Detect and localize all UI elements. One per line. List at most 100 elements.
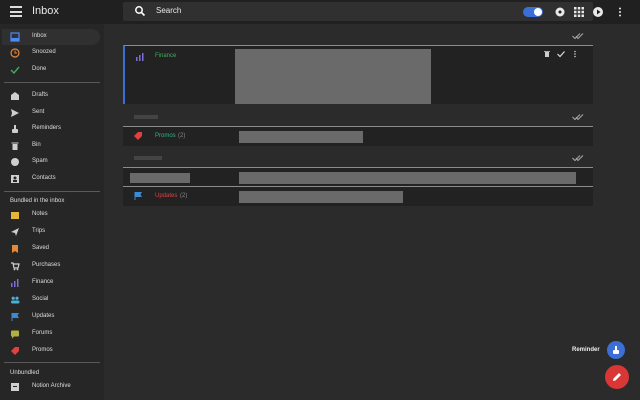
- reminder-hand-icon: [12, 125, 18, 133]
- trash-icon[interactable]: [543, 50, 551, 58]
- search-icon: [135, 6, 146, 17]
- sidebar-item-bin[interactable]: Bin: [2, 138, 100, 154]
- sidebar-divider: [4, 191, 100, 192]
- bundle-header: [124, 32, 594, 44]
- search-label: Search: [156, 6, 182, 15]
- sidebar-item-label: Inbox: [32, 33, 47, 39]
- check-icon: [10, 66, 20, 75]
- more-vert-icon[interactable]: [614, 6, 626, 18]
- bundle-label: Finance: [155, 53, 177, 59]
- clock-icon: [10, 48, 20, 58]
- sidebar-item-label: Purchases: [32, 262, 61, 268]
- compose-fab[interactable]: [605, 365, 629, 389]
- sidebar-item-updates[interactable]: Updates: [2, 309, 100, 325]
- sidebar-item-saved[interactable]: Saved: [2, 241, 100, 257]
- sidebar-item-spam[interactable]: Spam: [2, 154, 100, 170]
- forum-icon: [11, 330, 19, 339]
- email-preview-placeholder: [235, 49, 431, 104]
- sidebar-item-label: Saved: [32, 245, 50, 251]
- sidebar-item-label: Snoozed: [32, 49, 56, 55]
- archive-icon: [11, 383, 19, 391]
- spam-icon: [11, 158, 19, 166]
- finance-bundle-card[interactable]: Finance: [123, 45, 593, 104]
- email-snippet-placeholder: [239, 172, 576, 184]
- mark-all-done-icon[interactable]: [572, 32, 584, 40]
- bundle-count: (2): [180, 193, 188, 199]
- section-title-placeholder: [134, 115, 158, 119]
- flag-icon: [11, 313, 19, 321]
- updates-bundle-row[interactable]: Updates (2): [123, 186, 593, 206]
- mark-all-done-icon[interactable]: [572, 154, 584, 162]
- cart-icon: [11, 262, 20, 271]
- unbundled-section-label: Unbundled: [10, 370, 40, 376]
- notes-icon: [11, 212, 19, 219]
- bundle-header: [124, 154, 594, 166]
- sidebar-item-contacts[interactable]: Contacts: [2, 171, 100, 187]
- apps-grid-icon[interactable]: [573, 6, 585, 18]
- menu-icon[interactable]: [10, 6, 22, 17]
- sidebar-item-notion-archive[interactable]: Notion Archive: [2, 379, 100, 395]
- social-people-icon: [11, 296, 20, 304]
- reminder-label: Reminder: [572, 347, 600, 353]
- reminder-fab[interactable]: [607, 341, 625, 359]
- pin-toggle[interactable]: [523, 7, 543, 17]
- tag-icon: [11, 347, 19, 355]
- sidebar-item-done[interactable]: Done: [2, 62, 100, 78]
- sidebar-item-label: Done: [32, 66, 47, 72]
- sidebar-item-snoozed[interactable]: Snoozed: [2, 45, 100, 61]
- finance-chart-icon: [11, 279, 19, 287]
- bundle-count: (2): [178, 133, 186, 139]
- sidebar-divider: [4, 362, 100, 363]
- drafts-icon: [11, 92, 19, 100]
- sidebar-item-social[interactable]: Social: [2, 292, 100, 308]
- more-vert-icon[interactable]: [571, 50, 579, 58]
- sidebar-item-label: Finance: [32, 279, 54, 285]
- top-bar: Inbox Search: [0, 0, 640, 24]
- bundle-label: Updates: [155, 193, 178, 199]
- bookmark-icon: [12, 245, 18, 253]
- sidebar-item-label: Notes: [32, 211, 48, 217]
- sender-placeholder: [130, 173, 190, 183]
- sidebar-item-label: Reminders: [32, 125, 62, 131]
- sidebar-item-forums[interactable]: Forums: [2, 326, 100, 342]
- bundle-label: Promos: [155, 133, 176, 139]
- reminder-hand-icon: [613, 346, 619, 354]
- sidebar-item-label: Sent: [32, 109, 45, 115]
- section-title-placeholder: [134, 156, 162, 160]
- sidebar: Inbox Snoozed Done Drafts Sent Reminders…: [0, 24, 104, 400]
- tag-icon: [134, 132, 142, 140]
- sidebar-item-trips[interactable]: Trips: [2, 224, 100, 240]
- chat-bubble-icon[interactable]: [554, 6, 566, 18]
- inbox-icon: [10, 32, 20, 42]
- email-row[interactable]: [123, 167, 593, 187]
- account-avatar-icon[interactable]: [592, 6, 604, 18]
- finance-chart-icon: [136, 53, 144, 61]
- sidebar-item-label: Notion Archive: [32, 383, 71, 389]
- sidebar-item-label: Contacts: [32, 175, 56, 181]
- main-content: Finance Promos (2) Updates (2): [104, 24, 640, 400]
- mark-all-done-icon[interactable]: [572, 113, 584, 121]
- sidebar-item-purchases[interactable]: Purchases: [2, 258, 100, 274]
- email-snippet-placeholder: [239, 191, 403, 203]
- sidebar-item-label: Spam: [32, 158, 48, 164]
- sidebar-item-inbox[interactable]: Inbox: [2, 29, 100, 45]
- plane-icon: [11, 228, 19, 236]
- trash-icon: [11, 142, 19, 150]
- sidebar-item-label: Updates: [32, 313, 55, 319]
- send-icon: [11, 109, 19, 117]
- promos-bundle-row[interactable]: Promos (2): [123, 126, 593, 146]
- email-snippet-placeholder: [239, 131, 363, 143]
- sidebar-item-drafts[interactable]: Drafts: [2, 88, 100, 104]
- bundled-section-label: Bundled in the inbox: [10, 198, 65, 204]
- sidebar-item-promos[interactable]: Promos: [2, 343, 100, 359]
- contacts-icon: [11, 175, 19, 183]
- sidebar-item-finance[interactable]: Finance: [2, 275, 100, 291]
- sidebar-item-notes[interactable]: Notes: [2, 207, 100, 223]
- pencil-icon: [613, 373, 621, 381]
- sidebar-item-sent[interactable]: Sent: [2, 105, 100, 121]
- sidebar-divider: [4, 82, 100, 83]
- flag-icon: [134, 192, 142, 200]
- sidebar-item-reminders[interactable]: Reminders: [2, 121, 100, 137]
- sidebar-item-label: Forums: [32, 330, 53, 336]
- done-check-icon[interactable]: [557, 50, 565, 58]
